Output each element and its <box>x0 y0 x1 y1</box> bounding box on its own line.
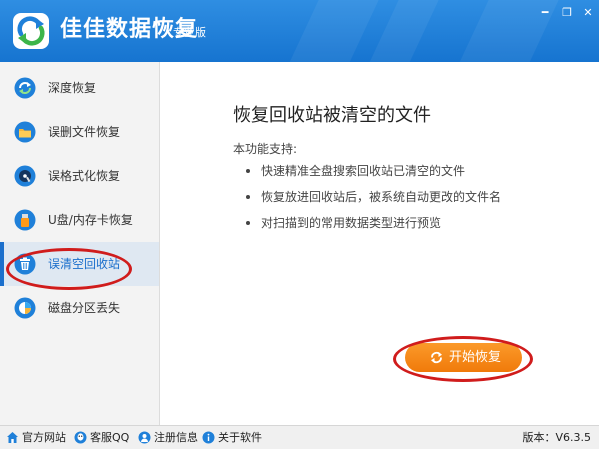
sidebar-item-deleted-files[interactable]: 误删文件恢复 <box>0 110 159 154</box>
footer-link-label: 注册信息 <box>154 431 198 444</box>
feature-item: 对扫描到的常用数据类型进行预览 <box>246 215 441 231</box>
qq-icon <box>74 431 87 444</box>
bullet-icon <box>246 194 250 199</box>
footer-link-qq[interactable]: 客服QQ <box>74 430 130 445</box>
start-recovery-label: 开始恢复 <box>449 350 502 365</box>
info-icon <box>202 431 215 444</box>
bullet-icon <box>246 220 250 225</box>
sidebar-item-usb-recovery[interactable]: U盘/内存卡恢复 <box>0 198 159 242</box>
footer-link-label: 客服QQ <box>90 431 130 444</box>
footer-link-about[interactable]: 关于软件 <box>202 430 262 445</box>
support-label: 本功能支持: <box>233 142 298 156</box>
sidebar-item-label: 误格式化恢复 <box>48 169 121 183</box>
partition-icon <box>14 297 36 319</box>
sidebar-item-partition-loss[interactable]: 磁盘分区丢失 <box>0 286 159 330</box>
sidebar-item-format-recovery[interactable]: 误格式化恢复 <box>0 154 159 198</box>
app-logo-icon <box>13 13 49 49</box>
footer-link-registration[interactable]: 注册信息 <box>138 430 198 445</box>
home-icon <box>7 432 18 443</box>
usb-icon <box>14 209 36 231</box>
version-label: 版本：V6.3.5 <box>522 431 591 444</box>
sidebar-item-label: U盘/内存卡恢复 <box>48 213 133 227</box>
sidebar-item-label: 误删文件恢复 <box>48 125 121 139</box>
sidebar-item-label: 深度恢复 <box>48 81 97 95</box>
footer-link-label: 关于软件 <box>218 431 262 444</box>
feature-item: 快速精准全盘搜索回收站已清空的文件 <box>246 163 465 179</box>
page-title: 恢复回收站被清空的文件 <box>233 105 431 126</box>
sidebar: 深度恢复 误删文件恢复 误格式化恢复 U盘/内存卡恢复 误清空回收站 磁盘分区丢… <box>0 62 160 425</box>
footer-link-label: 官方网站 <box>22 431 66 444</box>
titlebar-decoration <box>272 0 388 62</box>
feature-text: 对扫描到的常用数据类型进行预览 <box>261 216 442 230</box>
start-recovery-button[interactable]: 开始恢复 <box>405 343 522 372</box>
minimize-button[interactable]: ━ <box>537 6 553 20</box>
refresh-icon <box>431 351 442 364</box>
disk-icon <box>14 165 36 187</box>
feature-text: 恢复放进回收站后，被系统自动更改的文件名 <box>261 190 502 204</box>
feature-text: 快速精准全盘搜索回收站已清空的文件 <box>261 164 466 178</box>
sidebar-item-label: 磁盘分区丢失 <box>48 301 121 315</box>
bullet-icon <box>246 168 250 173</box>
title-bar: 佳佳数据恢复 专业版 ━ ❐ ✕ <box>0 0 599 62</box>
close-button[interactable]: ✕ <box>580 6 596 20</box>
app-edition: 专业版 <box>173 26 206 39</box>
sidebar-item-label: 误清空回收站 <box>48 257 121 271</box>
user-icon <box>138 431 151 444</box>
feature-item: 恢复放进回收站后，被系统自动更改的文件名 <box>246 189 501 205</box>
restore-button[interactable]: ❐ <box>559 6 575 20</box>
footer-bar: 官方网站 客服QQ 注册信息 关于软件 版本：V6.3.5 <box>0 425 599 449</box>
sidebar-item-recycle-bin[interactable]: 误清空回收站 <box>0 242 159 286</box>
sidebar-item-deep-recovery[interactable]: 深度恢复 <box>0 66 159 110</box>
recycle-bin-icon <box>14 253 36 275</box>
folder-icon <box>14 121 36 143</box>
footer-link-website[interactable]: 官方网站 <box>6 430 68 445</box>
deep-recovery-icon <box>14 77 36 99</box>
